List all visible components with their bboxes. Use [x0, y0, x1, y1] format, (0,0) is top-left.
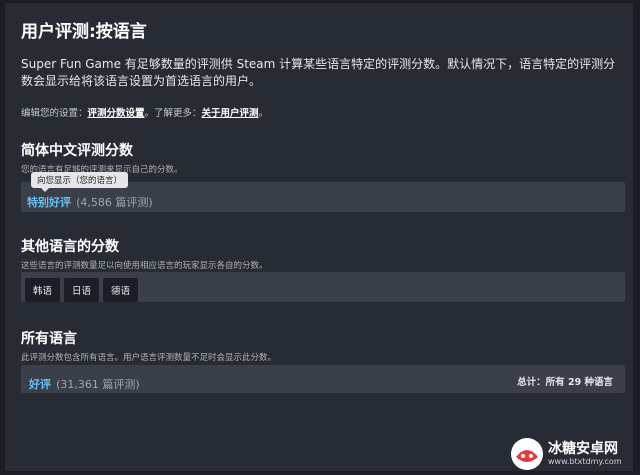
other-subtitle: 这些语言的评测数量足以向使用相应语言的玩家显示各自的分数。: [21, 261, 268, 271]
all-score-link[interactable]: 好评: [29, 378, 51, 391]
watermark-logo-icon: [511, 438, 543, 470]
all-title: 所有语言: [21, 331, 77, 347]
settings-middle: 。了解更多：: [144, 108, 202, 119]
simplified-score-row: 特别好评 (4,586 篇评测): [27, 191, 153, 210]
page-title: 用户评测:按语言: [21, 22, 147, 42]
watermark: 冰糖安卓网 www.btxtdmy.com: [510, 436, 638, 472]
about-user-reviews-link[interactable]: 关于用户评测: [202, 108, 259, 119]
all-subtitle: 此评测分数包含所有语言。用户语言评测数量不足时会显示此分数。: [21, 353, 277, 363]
all-review-count: (31,361 篇评测): [56, 378, 140, 391]
all-score-row: 好评 (31,361 篇评测): [29, 373, 140, 392]
other-title: 其他语言的分数: [21, 239, 119, 255]
page-description: Super Fun Game 有足够数量的评测供 Steam 计算某些语言特定的…: [21, 57, 616, 88]
settings-line: 编辑您的设置：评测分数设置。了解更多：关于用户评测。: [21, 105, 619, 119]
watermark-url: www.btxtdmy.com: [548, 457, 622, 466]
language-button-japanese[interactable]: 日语: [64, 278, 100, 302]
simplified-section: 简体中文评测分数 您的语言有足够的评测来显示自己的分数。: [21, 140, 183, 175]
simplified-review-count: (4,586 篇评测): [76, 196, 153, 209]
other-languages-panel: 韩语 日语 德语: [21, 272, 625, 302]
watermark-name: 冰糖安卓网: [548, 441, 618, 457]
simplified-title: 简体中文评测分数: [21, 143, 133, 159]
language-button-german[interactable]: 德语: [103, 278, 139, 302]
your-language-tooltip: 向您显示（您的语言）: [31, 172, 129, 192]
all-section: 所有语言 此评测分数包含所有语言。用户语言评测数量不足时会显示此分数。: [21, 328, 276, 363]
simplified-score-link[interactable]: 特别好评: [27, 196, 71, 209]
settings-prefix: 编辑您的设置：: [21, 108, 88, 119]
review-language-dialog: 用户评测:按语言 Super Fun Game 有足够数量的评测供 Steam …: [4, 2, 634, 472]
settings-suffix: 。: [258, 108, 269, 119]
all-score-panel: 好评 (31,361 篇评测) 总计：所有 29 种语言: [21, 365, 625, 393]
all-languages-total: 总计：所有 29 种语言: [517, 377, 613, 388]
dialog-content: 用户评测:按语言 Super Fun Game 有足够数量的评测供 Steam …: [21, 11, 619, 119]
language-button-row: 韩语 日语 德语: [25, 278, 142, 302]
other-section: 其他语言的分数 这些语言的评测数量足以向使用相应语言的玩家显示各自的分数。: [21, 236, 268, 271]
language-button-korean[interactable]: 韩语: [25, 278, 61, 302]
review-score-settings-link[interactable]: 评测分数设置: [88, 108, 145, 119]
